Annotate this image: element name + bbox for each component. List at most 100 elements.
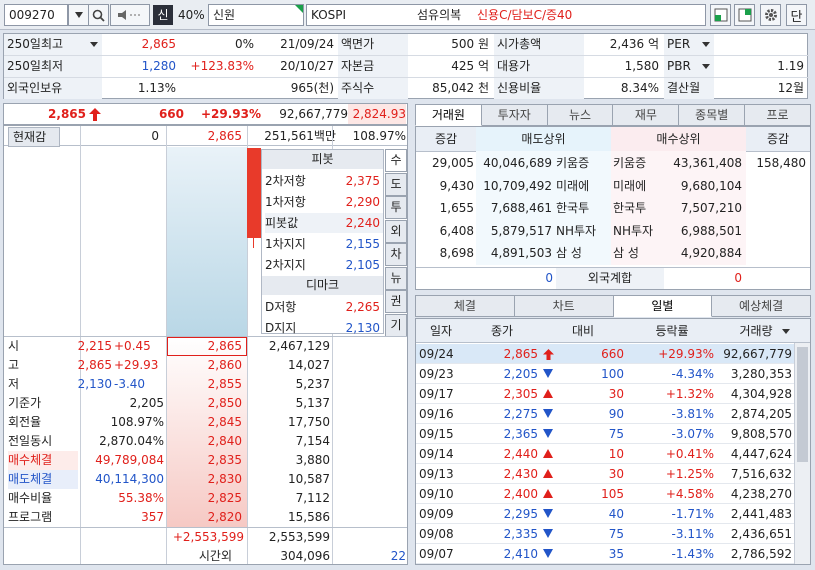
broker-row: 8,698 4,891,503 삼 성 삼 성 4,920,884 xyxy=(416,243,810,264)
lower-tab[interactable]: 예상체결 xyxy=(712,295,811,317)
scrollbar-thumb[interactable] xyxy=(797,347,808,462)
daily-date: 09/23 xyxy=(419,367,454,381)
chevron-down-icon[interactable] xyxy=(702,64,710,69)
buy-broker[interactable]: NH투자 xyxy=(613,221,663,242)
sell-volume: 4,891,503 xyxy=(490,246,552,260)
daily-volume: 4,304,928 xyxy=(730,387,792,401)
lower-tab[interactable]: 체결 xyxy=(415,295,515,317)
sell-broker[interactable]: NH투자 xyxy=(556,221,606,242)
lower-tab[interactable]: 일별 xyxy=(613,295,713,317)
buy-broker[interactable]: 미래에 xyxy=(613,176,663,197)
sell-broker[interactable]: 키움증 xyxy=(556,153,606,174)
sell-change: 1,655 xyxy=(439,201,474,215)
side-tab[interactable]: 투 xyxy=(385,196,407,219)
bid-price[interactable]: 2,850 xyxy=(168,394,242,413)
side-tab[interactable]: 수 xyxy=(385,149,407,172)
right-tab[interactable]: 거래원 xyxy=(415,104,482,126)
search-button[interactable] xyxy=(88,4,109,26)
daily-row[interactable]: 09/08 2,335 75 -3.11% 2,436,651 xyxy=(416,524,810,544)
code-dropdown-button[interactable] xyxy=(68,4,89,26)
bid-price[interactable]: 2,865 xyxy=(168,337,242,356)
window-button-2[interactable] xyxy=(734,4,755,26)
buy-broker[interactable]: 삼 성 xyxy=(613,243,663,264)
side-tab[interactable]: 뉴 xyxy=(385,266,407,290)
stock-name-field[interactable]: 신원 xyxy=(208,4,304,26)
daily-row[interactable]: 09/10 2,400 105 +4.58% 4,238,270 xyxy=(416,484,810,504)
sell-broker[interactable]: 미래에 xyxy=(556,176,606,197)
order-book-header: 현재감 0 2,865 251,561백만 108.97% xyxy=(4,126,407,147)
bid-price[interactable]: 2,830 xyxy=(168,470,242,489)
stock-code-input[interactable]: 009270 xyxy=(4,4,68,26)
scrollbar[interactable] xyxy=(794,343,810,564)
daily-close: 2,365 xyxy=(503,427,538,441)
daily-direction xyxy=(543,489,553,498)
daily-row[interactable]: 09/07 2,410 35 -1.43% 2,786,592 xyxy=(416,544,810,564)
end-button[interactable]: 단 xyxy=(786,4,807,26)
bid-price[interactable]: 2,855 xyxy=(168,375,242,394)
demark-label: D저항 xyxy=(265,300,297,314)
bid-price[interactable]: 2,840 xyxy=(168,432,242,451)
lower-tab[interactable]: 차트 xyxy=(514,295,614,317)
broker-col-header: 증감 xyxy=(766,132,790,146)
right-tab[interactable]: 재무 xyxy=(613,104,680,126)
info-value: 85,042 천 xyxy=(432,81,489,95)
daily-close: 2,430 xyxy=(503,467,538,481)
sound-button[interactable] xyxy=(110,4,150,26)
side-tab[interactable]: 도 xyxy=(385,172,407,196)
buy-broker[interactable]: 한국투 xyxy=(613,198,663,219)
bid-price[interactable]: 2,845 xyxy=(168,413,242,432)
right-tab[interactable]: 프로 xyxy=(745,104,811,126)
price-range-wick xyxy=(253,238,254,248)
daily-direction xyxy=(543,529,553,538)
triangle-down-icon xyxy=(543,549,553,558)
daily-volume: 92,667,779 xyxy=(723,347,792,361)
sell-broker[interactable]: 한국투 xyxy=(556,198,606,219)
demark-value: 2,265 xyxy=(345,300,380,314)
daily-row[interactable]: 09/15 2,365 75 -3.07% 9,808,570 xyxy=(416,424,810,444)
sell-broker[interactable]: 삼 성 xyxy=(556,243,606,264)
bid-price[interactable]: 2,825 xyxy=(168,489,242,508)
window-button-1[interactable] xyxy=(710,4,731,26)
chevron-down-icon[interactable] xyxy=(702,42,710,47)
current-mode-button[interactable]: 현재감 xyxy=(8,127,60,147)
side-tab[interactable]: 외 xyxy=(385,219,407,243)
daily-row[interactable]: 09/09 2,295 40 -1.71% 2,441,483 xyxy=(416,504,810,524)
settings-button[interactable] xyxy=(760,4,781,26)
chevron-down-icon[interactable] xyxy=(782,329,790,334)
daily-row[interactable]: 09/23 2,205 100 -4.34% 3,280,353 xyxy=(416,364,810,384)
side-tab[interactable]: 권 xyxy=(385,290,407,313)
pivot-title: 피봇 xyxy=(262,150,383,169)
right-tab[interactable]: 종목별 xyxy=(679,104,746,126)
daily-row[interactable]: 09/13 2,430 30 +1.25% 7,516,632 xyxy=(416,464,810,484)
triangle-down-icon xyxy=(543,409,553,418)
stat-label: 매수체결 xyxy=(8,451,78,470)
bid-qty: 10,587 xyxy=(288,472,330,486)
daily-row[interactable]: 09/24 2,865 660 +29.93% 92,667,779 xyxy=(416,344,810,364)
chevron-down-icon[interactable] xyxy=(90,42,98,47)
side-tab[interactable]: 차 xyxy=(385,243,407,266)
right-tab[interactable]: 뉴스 xyxy=(547,104,614,126)
info-value: 12월 xyxy=(777,81,804,95)
right-tab[interactable]: 투자자 xyxy=(481,104,548,126)
buy-broker[interactable]: 키움증 xyxy=(613,153,663,174)
daily-rate: -1.43% xyxy=(671,547,714,561)
daily-row[interactable]: 09/17 2,305 30 +1.32% 4,304,928 xyxy=(416,384,810,404)
daily-row[interactable]: 09/14 2,440 10 +0.41% 4,447,624 xyxy=(416,444,810,464)
daily-date: 09/10 xyxy=(419,487,454,501)
info-value: 2,865 xyxy=(141,37,176,51)
right-tab-bar: 거래원 투자자 뉴스 재무 종목별 프로 xyxy=(415,104,811,126)
daily-row[interactable]: 09/16 2,275 90 -3.81% 2,874,205 xyxy=(416,404,810,424)
bid-price[interactable]: 2,835 xyxy=(168,451,242,470)
side-tab[interactable]: 기 xyxy=(385,313,407,337)
buy-volume: 43,361,408 xyxy=(673,156,742,170)
daily-rate: +1.32% xyxy=(665,387,714,401)
daily-col-header: 대비 xyxy=(571,324,595,338)
bid-qty: 7,154 xyxy=(295,434,330,448)
bid-price[interactable]: 2,820 xyxy=(168,508,242,527)
ob-header-price: 2,865 xyxy=(207,129,242,143)
bid-price[interactable]: 2,860 xyxy=(168,356,242,375)
sell-volume: 40,046,689 xyxy=(483,156,552,170)
daily-change: 105 xyxy=(601,487,624,501)
demark-label: D지지 xyxy=(265,321,297,335)
info-value: 8.34% xyxy=(620,81,659,95)
